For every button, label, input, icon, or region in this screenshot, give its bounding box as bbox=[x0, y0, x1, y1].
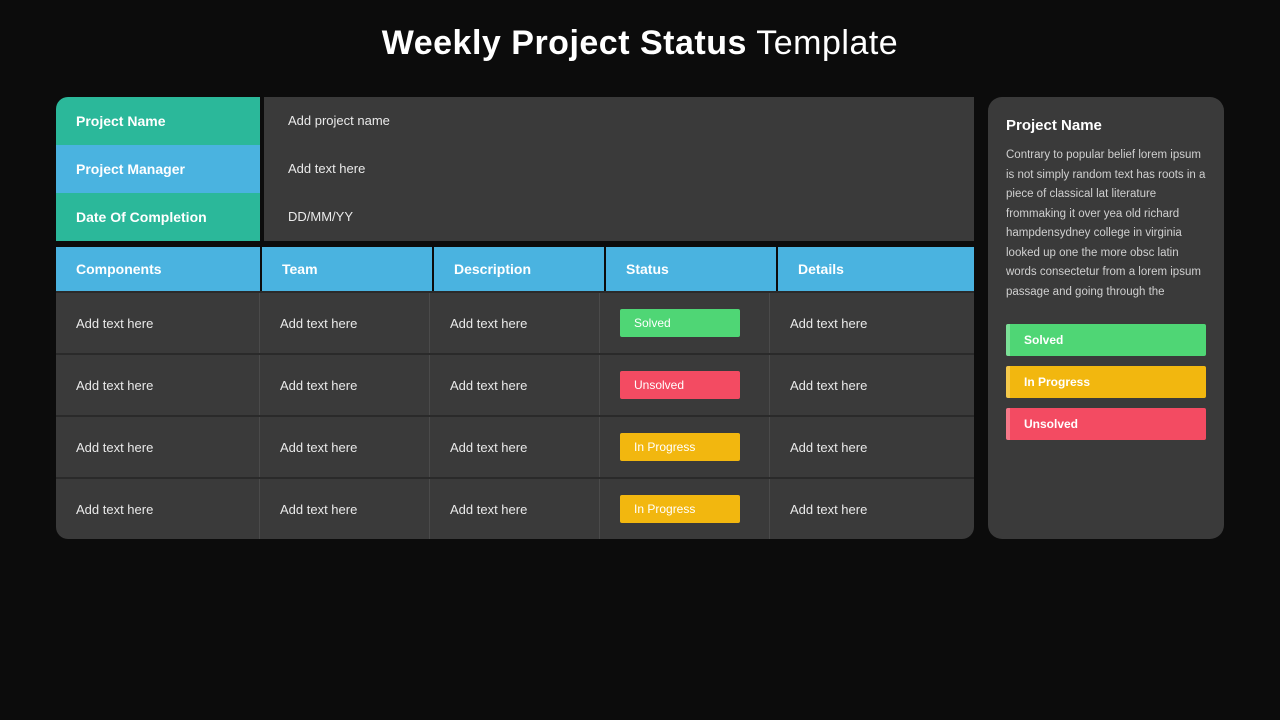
side-body: Contrary to popular belief lorem ipsum i… bbox=[1006, 146, 1206, 302]
side-panel: Project Name Contrary to popular belief … bbox=[988, 97, 1224, 539]
meta-label: Project Name bbox=[56, 97, 260, 145]
meta-label: Project Manager bbox=[56, 145, 260, 193]
table-cell[interactable]: Add text here bbox=[56, 293, 260, 353]
table-cell: In Progress bbox=[600, 417, 770, 477]
status-table: ComponentsTeamDescriptionStatusDetails A… bbox=[56, 247, 974, 539]
table-row: Add text hereAdd text hereAdd text hereI… bbox=[56, 477, 974, 539]
meta-row: Date Of CompletionDD/MM/YY bbox=[56, 193, 974, 241]
table-cell[interactable]: Add text here bbox=[430, 293, 600, 353]
content-wrap: Project NameAdd project nameProject Mana… bbox=[0, 97, 1280, 539]
table-cell[interactable]: Add text here bbox=[770, 417, 974, 477]
status-badge: In Progress bbox=[620, 433, 740, 461]
table-cell[interactable]: Add text here bbox=[260, 417, 430, 477]
meta-row: Project NameAdd project name bbox=[56, 97, 974, 145]
meta-value[interactable]: Add text here bbox=[264, 145, 974, 193]
status-legend: Solved In Progress Unsolved bbox=[1006, 324, 1206, 440]
table-cell: Unsolved bbox=[600, 355, 770, 415]
legend-item: Unsolved bbox=[1006, 408, 1206, 440]
meta-value[interactable]: Add project name bbox=[264, 97, 974, 145]
column-header: Details bbox=[778, 247, 974, 291]
table-cell[interactable]: Add text here bbox=[260, 355, 430, 415]
table-cell[interactable]: Add text here bbox=[56, 479, 260, 539]
table-cell[interactable]: Add text here bbox=[430, 417, 600, 477]
column-header: Status bbox=[606, 247, 776, 291]
table-cell[interactable]: Add text here bbox=[430, 479, 600, 539]
column-header: Team bbox=[262, 247, 432, 291]
table-cell[interactable]: Add text here bbox=[770, 479, 974, 539]
legend-item: In Progress bbox=[1006, 366, 1206, 398]
table-cell[interactable]: Add text here bbox=[770, 293, 974, 353]
table-row: Add text hereAdd text hereAdd text hereU… bbox=[56, 353, 974, 415]
table-cell[interactable]: Add text here bbox=[56, 417, 260, 477]
table-body: Add text hereAdd text hereAdd text hereS… bbox=[56, 291, 974, 539]
column-header: Components bbox=[56, 247, 260, 291]
side-title: Project Name bbox=[1006, 117, 1206, 134]
column-header: Description bbox=[434, 247, 604, 291]
main-panel: Project NameAdd project nameProject Mana… bbox=[56, 97, 974, 539]
meta-value[interactable]: DD/MM/YY bbox=[264, 193, 974, 241]
table-cell[interactable]: Add text here bbox=[430, 355, 600, 415]
table-cell[interactable]: Add text here bbox=[56, 355, 260, 415]
status-badge: In Progress bbox=[620, 495, 740, 523]
table-cell[interactable]: Add text here bbox=[770, 355, 974, 415]
table-cell: In Progress bbox=[600, 479, 770, 539]
table-header: ComponentsTeamDescriptionStatusDetails bbox=[56, 247, 974, 291]
page-title: Weekly Project Status Template bbox=[0, 0, 1280, 97]
title-bold: Weekly Project Status bbox=[382, 24, 747, 62]
table-cell[interactable]: Add text here bbox=[260, 293, 430, 353]
table-row: Add text hereAdd text hereAdd text hereS… bbox=[56, 291, 974, 353]
table-cell: Solved bbox=[600, 293, 770, 353]
legend-item: Solved bbox=[1006, 324, 1206, 356]
table-row: Add text hereAdd text hereAdd text hereI… bbox=[56, 415, 974, 477]
status-badge: Unsolved bbox=[620, 371, 740, 399]
status-badge: Solved bbox=[620, 309, 740, 337]
title-light: Template bbox=[756, 24, 898, 62]
meta-label: Date Of Completion bbox=[56, 193, 260, 241]
meta-row: Project ManagerAdd text here bbox=[56, 145, 974, 193]
table-cell[interactable]: Add text here bbox=[260, 479, 430, 539]
